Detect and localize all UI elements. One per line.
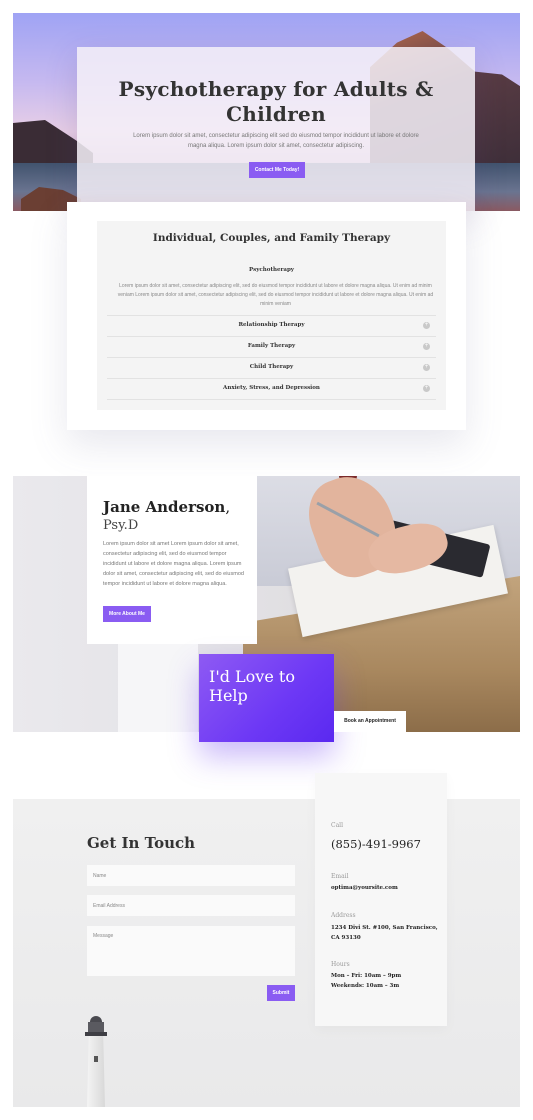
services-title: Individual, Couples, and Family Therapy: [152, 232, 391, 244]
hero-title: Psychotherapy for Adults & Children: [118, 77, 434, 126]
email-input[interactable]: [87, 895, 295, 916]
plus-icon[interactable]: +: [423, 322, 430, 329]
therapist-credential: Psy.D: [103, 518, 139, 533]
accordion-item-anxiety-stress-depression[interactable]: Anxiety, Stress, and Depression +: [107, 378, 436, 399]
services-card: Individual, Couples, and Family Therapy …: [67, 202, 466, 430]
contact-info-card: Call (855)-491-9967 Email optima@yoursit…: [315, 773, 447, 1026]
help-callout: I'd Love to Help: [199, 654, 334, 742]
bio-card: Jane Anderson, Psy.D Lorem ipsum dolor s…: [87, 476, 257, 644]
accordion-item-label: Anxiety, Stress, and Depression: [223, 385, 320, 391]
hours-weekend: Weekends: 10am – 3m: [331, 983, 400, 989]
accordion-item-label: Family Therapy: [247, 343, 296, 349]
therapist-name-text: Jane Anderson: [103, 498, 226, 516]
contact-me-button[interactable]: Contact Me Today!: [249, 162, 305, 178]
lighthouse-tower: [87, 1036, 105, 1107]
name-input[interactable]: [87, 865, 295, 886]
lighthouse-image: [84, 1016, 108, 1107]
accordion-item-family-therapy[interactable]: Family Therapy +: [107, 336, 436, 357]
accordion-item-child-therapy[interactable]: Child Therapy +: [107, 357, 436, 378]
lighthouse-window: [94, 1056, 98, 1062]
therapist-name-comma: ,: [225, 498, 231, 516]
submit-button[interactable]: Submit: [267, 985, 295, 1001]
book-appointment-button[interactable]: Book an Appointment: [334, 711, 406, 732]
accordion-divider: [107, 399, 436, 400]
accordion-open-text: Lorem ipsum dolor sit amet, consectetur …: [117, 283, 434, 307]
lighthouse-lamp: [88, 1022, 104, 1032]
address-label: Address: [331, 912, 356, 919]
phone-number[interactable]: (855)-491-9967: [331, 837, 421, 851]
email-address[interactable]: optima@yoursite.com: [331, 883, 439, 893]
call-label: Call: [331, 822, 344, 829]
message-textarea[interactable]: [87, 926, 295, 976]
help-callout-text: I'd Love to Help: [209, 667, 295, 705]
street-address: 1234 Divi St. #100, San Francisco, CA 93…: [331, 925, 438, 941]
hero-description: Lorem ipsum dolor sit amet, consectetur …: [133, 133, 419, 149]
hero-card: Psychotherapy for Adults & Children Lore…: [77, 47, 475, 211]
email-label: Email: [331, 873, 349, 880]
accordion-open-title[interactable]: Psychotherapy: [97, 267, 446, 273]
more-about-me-button[interactable]: More About Me: [103, 606, 151, 622]
contact-title: Get In Touch: [87, 834, 196, 852]
services-accordion: Individual, Couples, and Family Therapy …: [97, 221, 446, 410]
bio-text: Lorem ipsum dolor sit amet Lorem ipsum d…: [103, 541, 244, 587]
accordion-item-relationship-therapy[interactable]: Relationship Therapy +: [107, 315, 436, 336]
lighthouse-rail: [85, 1032, 107, 1036]
plus-icon[interactable]: +: [423, 385, 430, 392]
therapist-name: Jane Anderson,: [103, 498, 230, 516]
hours-label: Hours: [331, 961, 350, 968]
accordion-item-label: Relationship Therapy: [238, 322, 305, 328]
accordion-item-label: Child Therapy: [249, 364, 294, 370]
plus-icon[interactable]: +: [423, 364, 430, 371]
plus-icon[interactable]: +: [423, 343, 430, 350]
hours-weekday: Mon – Fri: 10am – 9pm: [331, 973, 402, 979]
